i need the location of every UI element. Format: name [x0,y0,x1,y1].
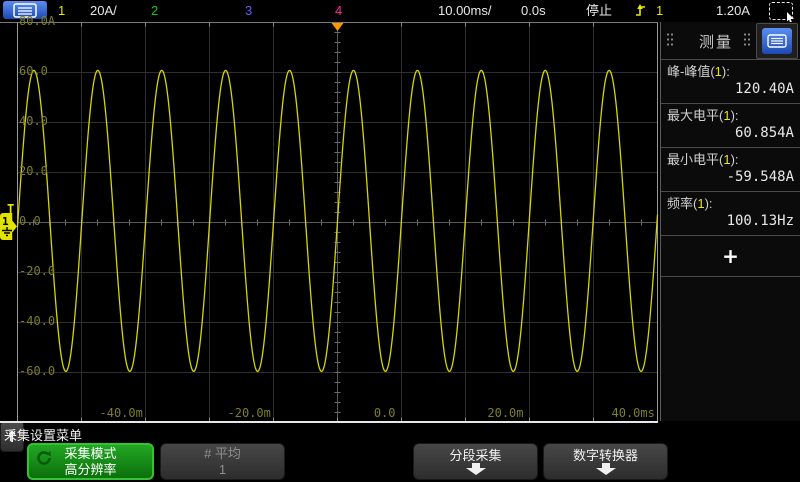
softkey-label: 分段采集 [449,448,501,463]
softkey-average-count[interactable]: # 平均 1 [160,443,285,480]
softkey-label-line1: # 平均 [204,446,241,462]
x-axis-label: -40.0m [100,406,140,420]
softkey-acquisition-mode[interactable]: 采集模式 高分辨率 [27,443,154,480]
softkey-label-line1: 采集模式 [64,446,116,462]
y-axis-label: 0.0 [19,214,41,228]
drag-grip-icon[interactable] [666,32,674,48]
channel-2-button[interactable]: 2 [151,3,158,18]
channel-4-button[interactable]: 4 [335,3,342,18]
measurement-label: 最大电平(1): [667,108,794,124]
softkey-digitizer[interactable]: 数字转换器 [543,443,668,480]
y-axis-label: 20.0 [19,164,48,178]
channel-1-scale[interactable]: 20A/ [90,3,117,18]
softkey-label: 数字转换器 [573,448,638,463]
waveform-display-area[interactable]: T 1 80.0A60.040.020.00.0-20.0-40.0-60.0 … [0,22,660,422]
down-arrow-icon [463,463,489,475]
panel-menu-button[interactable] [762,28,792,54]
measurement-label: 频率(1): [667,196,794,212]
measurement-panel-header[interactable]: 测量 [661,22,800,60]
softkey-value-line2: 高分辨率 [64,462,116,478]
timebase-readout[interactable]: 10.00ms/ [438,3,491,18]
x-axis-label: 0.0 [356,406,396,420]
measurement-value: 60.854A [667,124,794,142]
softkey-menu-title: 采集设置菜单 [4,425,82,444]
y-axis-label: 60.0 [19,64,48,78]
add-measurement-row: + [661,236,800,277]
measurement-value: 120.40A [667,80,794,98]
softkey-value-line2: 1 [219,462,226,478]
y-axis-label: -20.0 [19,264,55,278]
measurement-row[interactable]: 最小电平(1):-59.548A [661,148,800,192]
trigger-level-readout[interactable]: 1.20A [716,3,750,18]
y-axis-label: 40.0 [19,114,48,128]
panel-title: 测量 [699,31,733,52]
y-axis-label: -40.0 [19,314,55,328]
softkey-menu-bar: 采集设置菜单 ↑ 采集模式 高分辨率 # 平均 1 分段采集 数字转换器 [0,421,800,482]
down-arrow-icon [593,463,619,475]
run-state-readout: 停止 [586,3,612,18]
x-axis-label: 40.0ms [612,406,652,420]
measurement-label: 峰-峰值(1): [667,64,794,80]
measurement-value: -59.548A [667,168,794,186]
panel-menu-tile [756,23,798,59]
add-measurement-button[interactable]: + [722,246,739,266]
x-axis-label: -20.0m [228,406,268,420]
oscilloscope-screen: 1 20A/ 2 3 4 10.00ms/ 0.0s 停止 1 1.20A T … [0,0,800,482]
hamburger-menu-icon [767,34,787,48]
top-status-bar: 1 20A/ 2 3 4 10.00ms/ 0.0s 停止 1 1.20A [0,0,800,22]
trigger-time-marker [332,23,344,31]
drag-grip-icon[interactable] [743,32,751,48]
measurement-label: 最小电平(1): [667,152,794,168]
plot-bottom-border [0,421,658,423]
x-axis-label: 20.0m [484,406,524,420]
channel-3-button[interactable]: 3 [245,3,252,18]
delay-readout[interactable]: 0.0s [521,3,546,18]
channel-1-button[interactable]: 1 [58,3,65,18]
measurement-row[interactable]: 频率(1):100.13Hz [661,192,800,236]
y-axis-label: -60.0 [19,364,55,378]
measurement-row[interactable]: 峰-峰值(1):120.40A [661,60,800,104]
channel-1-marker-number: 1 [2,216,9,227]
trigger-slope-icon [634,3,647,23]
pointer-selection-icon[interactable] [769,2,793,20]
softkey-segmented-acquisition[interactable]: 分段采集 [413,443,538,480]
y-axis-label: 80.0A [19,14,55,28]
measurement-value: 100.13Hz [667,212,794,230]
measurement-row[interactable]: 最大电平(1):60.854A [661,104,800,148]
waveform-grid-and-trace [0,22,660,422]
trigger-source-readout[interactable]: 1 [656,3,663,18]
measurement-panel: 测量 峰-峰值(1):120.40A最大电平(1):60.854A最小电平(1)… [660,22,800,421]
cycle-arrows-icon [35,450,53,466]
ground-symbol-icon [1,227,13,237]
